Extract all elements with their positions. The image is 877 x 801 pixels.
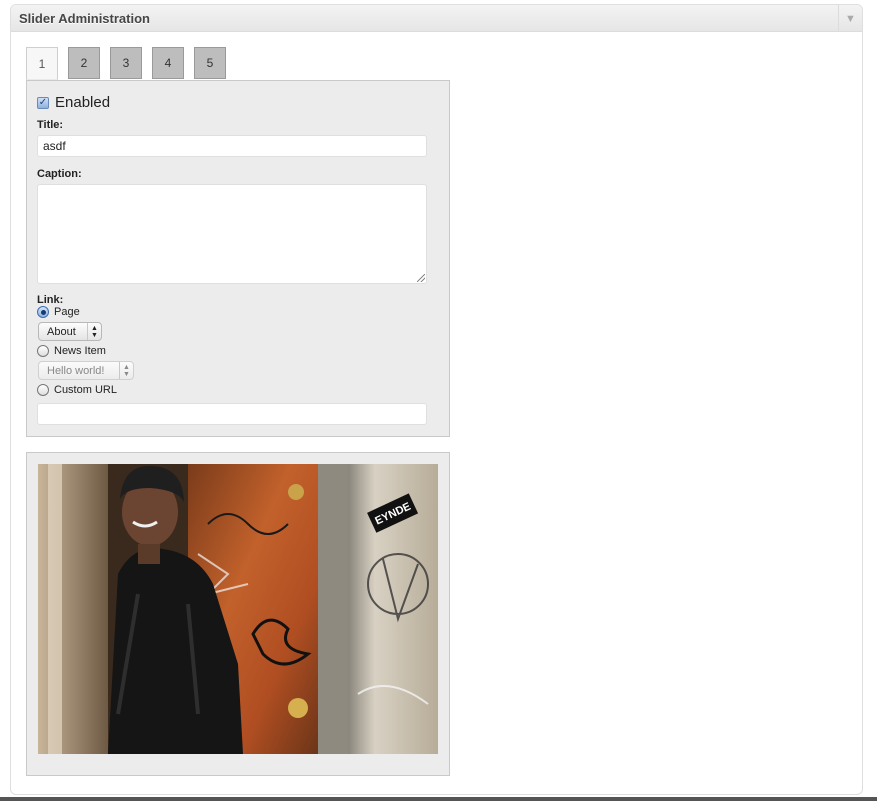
page-select[interactable]: About ▲ ▼ [38, 322, 102, 341]
page-bottom-border [0, 797, 877, 801]
page-radio[interactable] [37, 306, 49, 318]
select-arrows-icon: ▲ ▼ [87, 323, 101, 340]
link-page-option[interactable]: Page [37, 306, 80, 318]
panel-title: Slider Administration [19, 11, 150, 26]
enabled-checkbox[interactable]: ✓ [37, 96, 49, 109]
link-custom-option[interactable]: Custom URL [37, 384, 117, 396]
chevron-down-icon: ▼ [845, 12, 856, 25]
slider-admin-panel: Slider Administration ▼ 1 2 3 4 5 ✓ Enab… [10, 4, 863, 795]
page-radio-label: Page [54, 306, 80, 318]
tab-5[interactable]: 5 [194, 47, 226, 79]
slide-image-box: EYNDE [26, 452, 450, 776]
resize-grip-icon[interactable] [417, 274, 425, 282]
photo-icon: EYNDE [38, 464, 438, 754]
enabled-row: ✓ Enabled [37, 94, 110, 111]
panel-header: Slider Administration ▼ [11, 5, 862, 32]
enabled-label: Enabled [55, 94, 111, 111]
news-radio[interactable] [37, 345, 49, 357]
custom-url-input[interactable] [37, 403, 427, 425]
tab-1[interactable]: 1 [26, 47, 58, 80]
caption-label: Caption: [37, 168, 82, 180]
caption-textarea[interactable] [37, 184, 427, 284]
news-radio-label: News Item [54, 345, 106, 357]
tab-3[interactable]: 3 [110, 47, 142, 79]
slide-photo[interactable]: EYNDE [38, 464, 438, 754]
page-select-value: About [47, 325, 76, 338]
select-arrows-icon: ▲ ▼ [119, 362, 133, 379]
title-input[interactable]: asdf [37, 135, 427, 157]
link-label: Link: [37, 294, 64, 306]
custom-url-radio[interactable] [37, 384, 49, 396]
slide-form: ✓ Enabled Title: asdf Caption: Link: Pag… [26, 80, 450, 437]
title-label: Title: [37, 119, 64, 131]
tab-2[interactable]: 2 [68, 47, 100, 79]
news-select[interactable]: Hello world! ▲ ▼ [38, 361, 134, 380]
link-news-option[interactable]: News Item [37, 345, 106, 357]
custom-url-radio-label: Custom URL [54, 384, 117, 396]
collapse-toggle-button[interactable]: ▼ [838, 5, 862, 32]
tab-4[interactable]: 4 [152, 47, 184, 79]
news-select-value: Hello world! [47, 364, 105, 377]
